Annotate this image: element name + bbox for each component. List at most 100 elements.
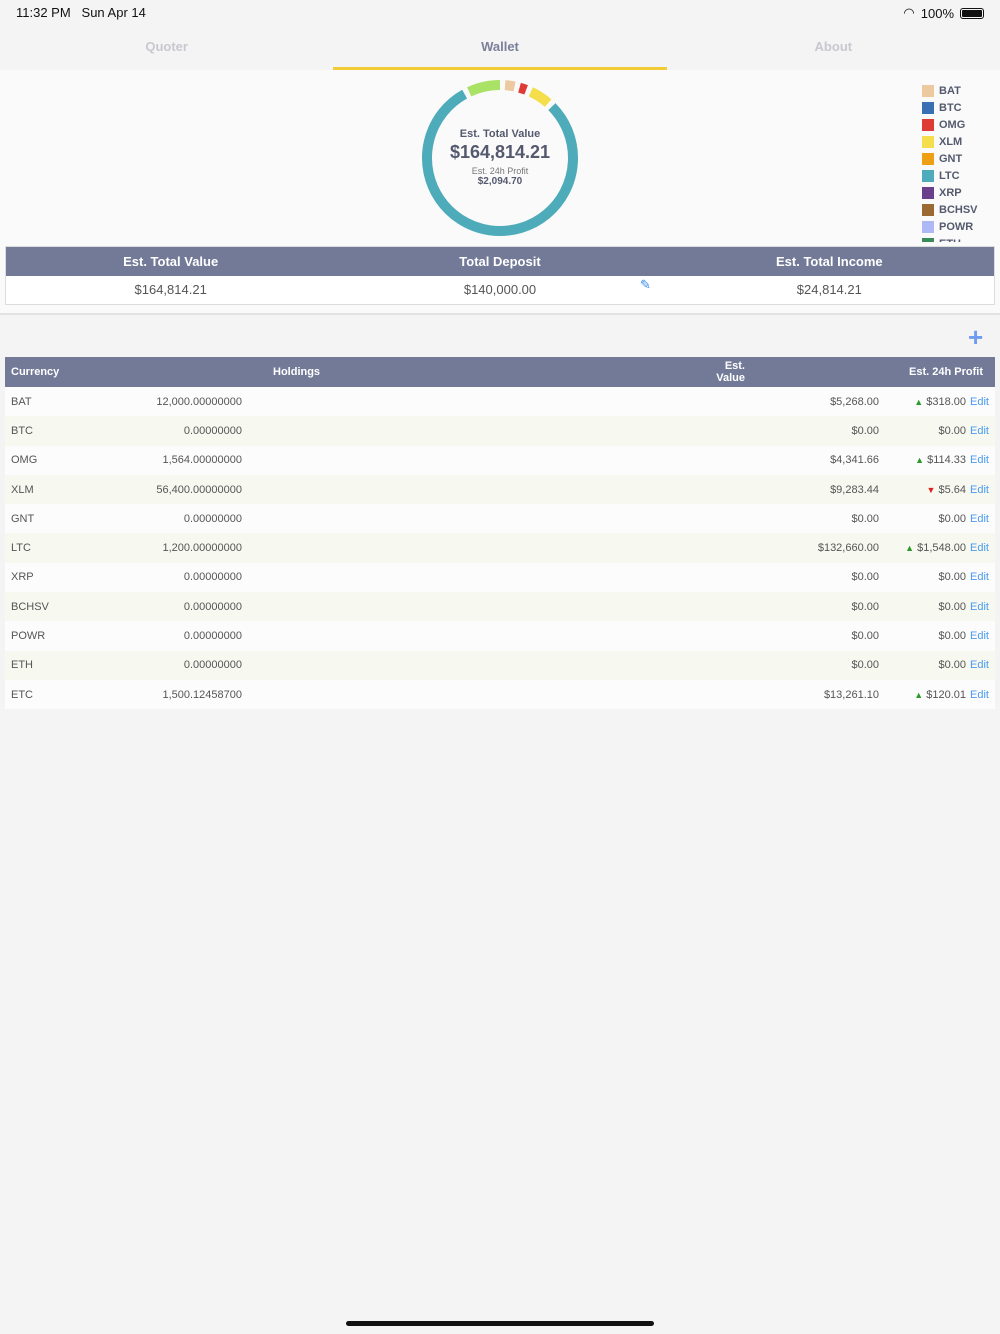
profit-cell: $5.64: [938, 483, 967, 496]
value-cell: $132,660.00: [705, 533, 885, 563]
up-arrow-icon: ▲: [914, 396, 924, 407]
edit-button[interactable]: Edit: [966, 484, 989, 496]
holdings-cell: 0.00000000: [125, 504, 705, 534]
edit-button[interactable]: Edit: [966, 689, 989, 701]
legend-item: BCHSV: [922, 201, 978, 218]
edit-button[interactable]: Edit: [966, 396, 989, 408]
value-cell: $0.00: [705, 621, 885, 651]
currency-cell: GNT: [5, 504, 125, 534]
table-row[interactable]: ETC 1,500.12458700 $13,261.10 ▲ $120.01 E…: [5, 679, 995, 710]
column-header: Holdings: [125, 357, 327, 387]
value-cell: $9,283.44: [705, 474, 885, 505]
tab-about[interactable]: About: [667, 24, 1000, 70]
donut-segment-omg: [518, 82, 528, 95]
edit-button[interactable]: Edit: [966, 601, 989, 613]
add-currency-button[interactable]: +: [968, 324, 983, 350]
profit-cell: $0.00: [938, 571, 967, 584]
up-arrow-icon: ▲: [915, 455, 925, 466]
holdings-cell: 0.00000000: [125, 621, 705, 651]
edit-deposit-icon[interactable]: ✎: [640, 277, 651, 293]
battery-percent: 100%: [920, 5, 954, 21]
legend-item: POWR: [922, 218, 978, 235]
legend-item: XLM: [922, 133, 978, 150]
summary-table: Est. Total Value Total Deposit Est. Total …: [5, 246, 995, 305]
legend-swatch: [922, 220, 934, 233]
holdings-cell: 0.00000000: [125, 650, 705, 680]
legend-label: OMG: [939, 118, 966, 131]
table-row[interactable]: OMG 1,564.00000000 $4,341.66 ▲ $114.33 Ed…: [5, 445, 995, 475]
legend-swatch: [922, 186, 934, 199]
holdings-cell: 0.00000000: [125, 416, 705, 446]
table-row[interactable]: BTC 0.00000000 $0.00 $0.00 Edit: [5, 416, 995, 446]
status-bar: 11:32 PM Sun Apr 14 ◠ 100%: [0, 0, 1000, 24]
table-row[interactable]: XRP 0.00000000 $0.00 $0.00 Edit: [5, 562, 995, 593]
legend-label: GNT: [939, 152, 963, 165]
table-row[interactable]: ETH 0.00000000 $0.00 $0.00 Edit: [5, 650, 995, 680]
profit-cell: $114.33: [927, 454, 967, 467]
currency-cell: XLM: [5, 474, 125, 505]
holdings-cell: 1,500.12458700: [125, 679, 705, 710]
table-row[interactable]: BCHSV 0.00000000 $0.00 $0.00 Edit: [5, 592, 995, 622]
legend-label: ETH: [939, 238, 961, 243]
value-cell: $0.00: [705, 416, 885, 446]
legend-swatch: [922, 203, 934, 216]
donut-segment-bat: [504, 80, 516, 92]
edit-button[interactable]: Edit: [966, 425, 989, 437]
legend-swatch: [922, 152, 934, 165]
table-row[interactable]: GNT 0.00000000 $0.00 $0.00 Edit: [5, 504, 995, 534]
table-row[interactable]: XLM 56,400.00000000 $9,283.44 ▼ $5.64 Edi…: [5, 474, 995, 505]
edit-button[interactable]: Edit: [966, 571, 989, 583]
currency-cell: ETC: [5, 679, 125, 710]
holdings-table: Currency Holdings Est. Value Est. 24h Pr…: [5, 357, 995, 710]
profit-cell: $318.00: [926, 395, 967, 408]
donut-profit-label: Est. 24h Profit: [471, 166, 529, 176]
donut-center: Est. Total Value $164,814.21 Est. 24h Pr…: [420, 128, 580, 187]
edit-button[interactable]: Edit: [966, 630, 989, 642]
value-cell: $0.00: [705, 562, 885, 593]
legend-item: XRP: [922, 184, 978, 201]
currency-cell: LTC: [5, 533, 125, 563]
column-header: Est. 24h Profit: [885, 357, 995, 387]
value-cell: $0.00: [705, 650, 885, 680]
table-row[interactable]: POWR 0.00000000 $0.00 $0.00 Edit: [5, 621, 995, 651]
legend-label: XLM: [939, 135, 963, 148]
tab-quoter[interactable]: Quoter: [0, 24, 333, 70]
profit-cell: $0.00: [938, 659, 967, 672]
legend-label: BCHSV: [939, 203, 978, 216]
value-cell: $0.00: [705, 592, 885, 622]
edit-button[interactable]: Edit: [966, 454, 989, 466]
value-cell: $5,268.00: [705, 387, 885, 417]
edit-button[interactable]: Edit: [966, 513, 989, 525]
column-header: Est. Value: [705, 357, 885, 387]
legend-swatch: [922, 237, 934, 242]
summary-header: Total Deposit: [459, 254, 541, 269]
summary-total-income: $24,814.21: [796, 282, 862, 297]
table-row[interactable]: BAT 12,000.00000000 $5,268.00 ▲ $318.00 E…: [5, 387, 995, 417]
up-arrow-icon: ▲: [914, 689, 924, 700]
value-cell: $4,341.66: [705, 445, 885, 475]
profit-cell: $120.01: [926, 688, 967, 701]
home-indicator: [346, 1321, 654, 1326]
summary-header: Est. Total Value: [123, 254, 219, 269]
legend-label: POWR: [939, 220, 974, 233]
legend-swatch: [922, 101, 934, 114]
holdings-cell: 0.00000000: [125, 592, 705, 622]
summary-total-deposit: $140,000.00: [463, 282, 537, 297]
wifi-icon: ◠: [903, 5, 915, 20]
currency-cell: BAT: [5, 387, 125, 417]
edit-button[interactable]: Edit: [966, 542, 989, 554]
holdings-cell: 1,200.00000000: [125, 533, 705, 563]
profit-cell: $0.00: [938, 630, 967, 643]
edit-button[interactable]: Edit: [966, 659, 989, 671]
profit-cell: $1,548.00: [917, 542, 967, 555]
legend-swatch: [922, 84, 934, 97]
up-arrow-icon: ▲: [905, 543, 915, 554]
legend-item: BAT: [922, 82, 978, 99]
donut-total: $164,814.21: [449, 142, 551, 162]
table-row[interactable]: LTC 1,200.00000000 $132,660.00 ▲ $1,548.…: [5, 533, 995, 563]
holdings-cell: 1,564.00000000: [125, 445, 705, 475]
tab-wallet[interactable]: Wallet: [333, 24, 667, 70]
currency-cell: OMG: [5, 445, 125, 475]
summary-header: Est. Total Income: [775, 254, 883, 269]
currency-cell: ETH: [5, 650, 125, 680]
